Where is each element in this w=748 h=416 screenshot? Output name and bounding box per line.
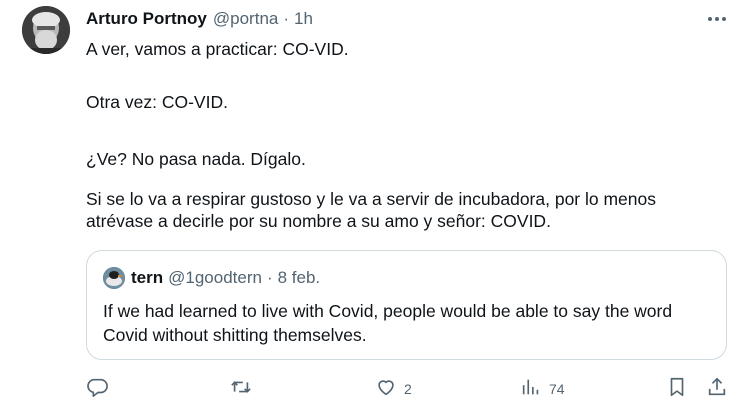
views-icon (520, 376, 542, 401)
tweet-paragraph: A ver, vamos a practicar: CO-VID. (86, 39, 349, 59)
reply-button[interactable] (86, 376, 108, 401)
bookmark-icon (666, 376, 688, 401)
tweet: Arturo Portnoy @portna · 1h A ver, vamos… (0, 0, 748, 416)
heart-icon (375, 376, 397, 401)
quoted-tweet-timestamp: 8 feb. (277, 268, 321, 287)
quoted-author-name: tern (131, 268, 164, 287)
reply-icon (86, 376, 108, 401)
author-handle[interactable]: @portna (213, 9, 278, 29)
quoted-author-avatar (103, 267, 125, 289)
quoted-tweet[interactable]: tern @1goodtern · 8 feb. If we had learn… (86, 250, 727, 360)
tweet-paragraph: ¿Ve? No pasa nada. Dígalo. (86, 149, 306, 169)
quoted-author-handle: @1goodtern (168, 268, 262, 287)
bookmark-button[interactable] (666, 376, 688, 401)
share-button[interactable] (706, 376, 728, 401)
action-bar: 2 74 (0, 372, 748, 402)
retweet-icon (230, 376, 252, 401)
more-options-icon[interactable] (703, 10, 731, 28)
quoted-tweet-text: If we had learned to live with Covid, pe… (103, 301, 673, 345)
separator-dot: · (266, 268, 273, 287)
author-avatar[interactable] (22, 6, 70, 54)
like-button[interactable]: 2 (375, 376, 412, 401)
share-icon (706, 376, 728, 401)
like-count: 2 (404, 380, 412, 397)
tweet-paragraph: Otra vez: CO-VID. (86, 92, 228, 112)
views-button[interactable]: 74 (520, 376, 565, 401)
author-name[interactable]: Arturo Portnoy (86, 9, 207, 29)
retweet-button[interactable] (230, 376, 252, 401)
views-count: 74 (549, 380, 565, 397)
tweet-header: Arturo Portnoy @portna · 1h (86, 8, 313, 30)
tweet-paragraph: Si se lo va a respirar gustoso y le va a… (86, 189, 657, 231)
quoted-tweet-header: tern @1goodtern · 8 feb. (103, 267, 320, 289)
separator-dot: · (283, 9, 290, 28)
tweet-timestamp[interactable]: 1h (294, 9, 313, 29)
